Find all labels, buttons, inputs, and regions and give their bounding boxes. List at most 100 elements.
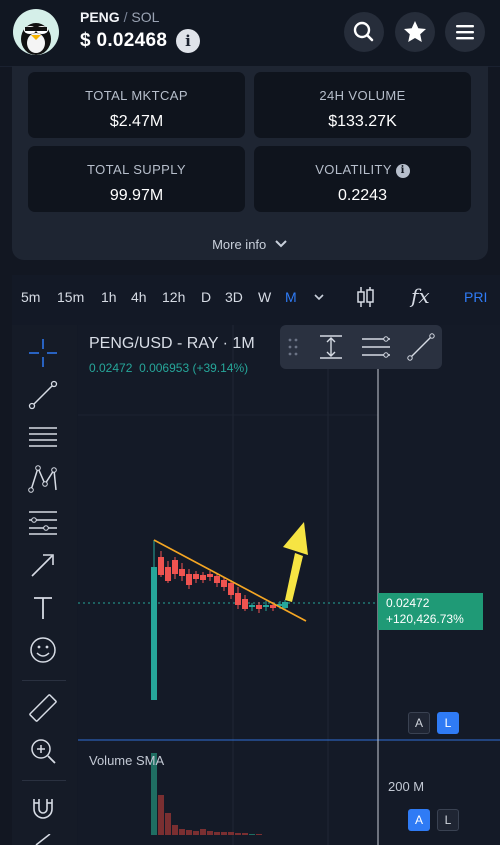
indicators-fx-icon[interactable]: fx bbox=[411, 284, 430, 308]
pair-separator: / bbox=[123, 9, 128, 25]
search-icon bbox=[353, 21, 374, 42]
volume-bar bbox=[186, 830, 192, 835]
lock-drawings-icon[interactable] bbox=[30, 834, 56, 845]
volume-bar bbox=[200, 829, 206, 835]
timeframe-15m[interactable]: 15m bbox=[57, 289, 84, 305]
candle-body bbox=[207, 574, 213, 577]
volume-bars bbox=[151, 753, 262, 835]
volatility-info-icon[interactable]: i bbox=[395, 164, 410, 178]
timeframe-1h[interactable]: 1h bbox=[101, 289, 117, 305]
timeframe-4h[interactable]: 4h bbox=[131, 289, 147, 305]
stat-value: 99.97M bbox=[109, 187, 164, 204]
volume-bar bbox=[165, 813, 171, 835]
stat-24h-volume: 24H VOLUME $133.27K bbox=[254, 72, 471, 138]
star-icon bbox=[404, 21, 426, 42]
candle-body bbox=[200, 575, 206, 580]
candle-body bbox=[256, 605, 262, 609]
sidebar-divider bbox=[22, 780, 66, 781]
auto-scale-button[interactable]: A bbox=[408, 712, 430, 734]
zoom-in-icon[interactable] bbox=[26, 734, 60, 768]
volume-bar bbox=[158, 795, 164, 835]
chart-symbol-title[interactable]: PENG/USD - RAY · 1M bbox=[89, 335, 255, 353]
volume-bar bbox=[256, 834, 262, 835]
token-symbol: PENG bbox=[80, 9, 120, 25]
candle-body bbox=[228, 583, 234, 595]
ruler-measure-icon[interactable] bbox=[26, 691, 60, 725]
trendline-drawing[interactable] bbox=[153, 539, 307, 622]
penguin-logo-icon bbox=[21, 23, 51, 55]
fib-tool-icon[interactable] bbox=[26, 505, 60, 539]
sidebar-divider bbox=[22, 680, 66, 681]
line-tool-icon[interactable] bbox=[406, 332, 436, 362]
arrow-tool-icon[interactable] bbox=[26, 548, 60, 582]
candles bbox=[151, 540, 288, 700]
stat-label: TOTAL SUPPLY bbox=[87, 162, 186, 177]
timeframe-m[interactable]: M bbox=[285, 289, 297, 305]
last-price-value: 0.02472 bbox=[386, 596, 430, 610]
volume-auto-scale-button[interactable]: A bbox=[408, 809, 430, 831]
volume-bar bbox=[235, 833, 241, 835]
pattern-tool-icon[interactable] bbox=[26, 462, 60, 496]
token-price: $ 0.02468 bbox=[80, 30, 168, 51]
stat-value: 0.2243 bbox=[338, 187, 387, 204]
stat-value: $133.27K bbox=[328, 113, 397, 130]
timeframe-more-chevron-icon[interactable] bbox=[313, 292, 325, 302]
candle-body bbox=[242, 599, 248, 609]
volume-bar bbox=[249, 834, 255, 835]
parallel-channel-icon[interactable] bbox=[360, 332, 392, 362]
emoji-tool-icon[interactable] bbox=[26, 633, 60, 667]
ohlc-close: 0.02472 bbox=[89, 361, 133, 375]
volume-bar bbox=[172, 825, 178, 835]
candle-body bbox=[270, 605, 276, 608]
candle-body bbox=[235, 593, 241, 605]
timeframe-3d[interactable]: 3D bbox=[225, 289, 243, 305]
annotation-arrow[interactable] bbox=[283, 522, 308, 602]
volume-bar bbox=[214, 832, 220, 835]
crosshair-icon[interactable] bbox=[26, 336, 60, 370]
token-chain: SOL bbox=[131, 9, 160, 25]
trend-line-icon[interactable] bbox=[26, 378, 60, 412]
candle-body bbox=[221, 580, 227, 587]
price-range-icon[interactable] bbox=[316, 332, 346, 362]
text-tool-icon[interactable] bbox=[26, 591, 60, 625]
fx-label: fx bbox=[411, 284, 430, 308]
more-info-label: More info bbox=[212, 237, 267, 252]
candlestick-type-icon[interactable] bbox=[354, 285, 376, 309]
timeframe-w[interactable]: W bbox=[258, 289, 271, 305]
stat-label: 24H VOLUME bbox=[319, 88, 406, 103]
candle-body bbox=[172, 560, 178, 574]
favorite-button[interactable] bbox=[395, 12, 435, 52]
stat-label: TOTAL MKTCAP bbox=[85, 88, 188, 103]
candle-body bbox=[165, 567, 171, 581]
stat-label: VOLATILITY i bbox=[254, 162, 471, 178]
volume-log-scale-button[interactable]: L bbox=[437, 809, 459, 831]
ohlc-change: 0.006953 (+39.14%) bbox=[139, 361, 249, 375]
volume-indicator-title[interactable]: Volume SMA bbox=[89, 753, 164, 768]
stat-value: $2.47M bbox=[109, 113, 164, 130]
candle-body bbox=[249, 605, 255, 607]
volume-bar bbox=[242, 833, 248, 835]
candle-body bbox=[186, 574, 192, 585]
log-scale-button[interactable]: L bbox=[437, 712, 459, 734]
candle-body bbox=[263, 605, 269, 607]
price-tab-label[interactable]: PRI bbox=[464, 289, 487, 305]
magnet-icon[interactable] bbox=[26, 791, 60, 825]
horizontal-lines-icon[interactable] bbox=[26, 420, 60, 454]
search-button[interactable] bbox=[344, 12, 384, 52]
menu-button[interactable] bbox=[445, 12, 485, 52]
candle-body bbox=[282, 602, 288, 608]
floating-drawing-toolbar bbox=[280, 325, 442, 369]
last-price-label: 0.02472 +120,426.73% bbox=[378, 593, 483, 630]
timeframe-5m[interactable]: 5m bbox=[21, 289, 40, 305]
timeframe-12h[interactable]: 12h bbox=[162, 289, 185, 305]
candle-body bbox=[179, 569, 185, 576]
stat-volatility: VOLATILITY i 0.2243 bbox=[254, 146, 471, 212]
more-info-button[interactable]: More info bbox=[12, 231, 488, 259]
drag-handle-icon[interactable] bbox=[288, 337, 298, 357]
volume-bar bbox=[221, 832, 227, 835]
hamburger-menu-icon bbox=[456, 25, 474, 40]
ohlc-readout: 0.02472 0.006953 (+39.14%) bbox=[89, 361, 248, 375]
timeframe-d[interactable]: D bbox=[201, 289, 211, 305]
info-icon[interactable]: i bbox=[176, 29, 200, 53]
stat-total-supply: TOTAL SUPPLY 99.97M bbox=[28, 146, 245, 212]
